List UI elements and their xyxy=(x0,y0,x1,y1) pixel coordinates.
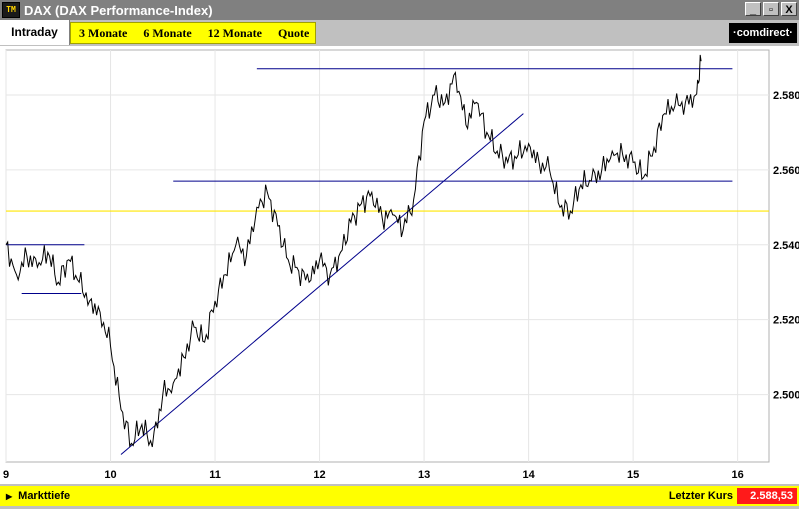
x-tick-label: 15 xyxy=(627,469,639,481)
last-price-label: Letzter Kurs xyxy=(668,490,733,502)
window-title: DAX (DAX Performance-Index) xyxy=(24,2,213,18)
plot-frame xyxy=(5,49,770,463)
tab-intraday[interactable]: Intraday xyxy=(0,20,70,45)
x-tick-label: 14 xyxy=(522,469,535,481)
title-bar: TM DAX (DAX Performance-Index) _ ▫ X xyxy=(0,0,799,20)
x-tick-label: 10 xyxy=(104,469,116,481)
x-tick-label: 9 xyxy=(3,469,9,481)
y-tick-label: 2.540 xyxy=(773,240,799,252)
triangle-right-icon: ▶ xyxy=(6,492,13,501)
app-icon: TM xyxy=(2,2,20,18)
y-tick-label: 2.560 xyxy=(773,165,799,177)
tab-6-monate[interactable]: 6 Monate xyxy=(135,26,199,41)
tab-3-monate[interactable]: 3 Monate xyxy=(71,26,135,41)
close-button[interactable]: X xyxy=(781,2,797,16)
last-price-value: 2.588,53 xyxy=(737,488,797,504)
comdirect-logo[interactable]: ·comdirect· xyxy=(729,23,797,43)
x-tick-label: 12 xyxy=(313,469,325,481)
y-tick-label: 2.580 xyxy=(773,90,799,102)
x-tick-label: 11 xyxy=(209,469,221,481)
tab-12-monate[interactable]: 12 Monate xyxy=(200,26,270,41)
x-tick-label: 16 xyxy=(732,469,744,481)
chart-area: 9 10 11 12 13 14 15 16 2.500 2.520 2.540 2.560 2.580 xyxy=(0,46,799,484)
markttiefe-label: Markttiefe xyxy=(18,490,71,502)
tab-bar: Intraday 3 Monate 6 Monate 12 Monate Quo… xyxy=(0,20,799,45)
tab-quote[interactable]: Quote xyxy=(270,26,317,41)
footer-bar: ▶ Markttiefe Letzter Kurs 2.588,53 xyxy=(0,486,799,506)
window-buttons: _ ▫ X xyxy=(745,2,797,16)
y-tick-label: 2.500 xyxy=(773,390,799,402)
minimize-button[interactable]: _ xyxy=(745,2,761,16)
period-tabs: 3 Monate 6 Monate 12 Monate Quote xyxy=(70,22,316,44)
markttiefe-button[interactable]: ▶ Markttiefe xyxy=(6,486,70,507)
y-tick-label: 2.520 xyxy=(773,315,799,327)
intraday-chart: 9 10 11 12 13 14 15 16 2.500 2.520 2.540 2.560 2.580 xyxy=(3,49,799,481)
maximize-button[interactable]: ▫ xyxy=(763,2,779,16)
x-tick-label: 13 xyxy=(418,469,430,481)
